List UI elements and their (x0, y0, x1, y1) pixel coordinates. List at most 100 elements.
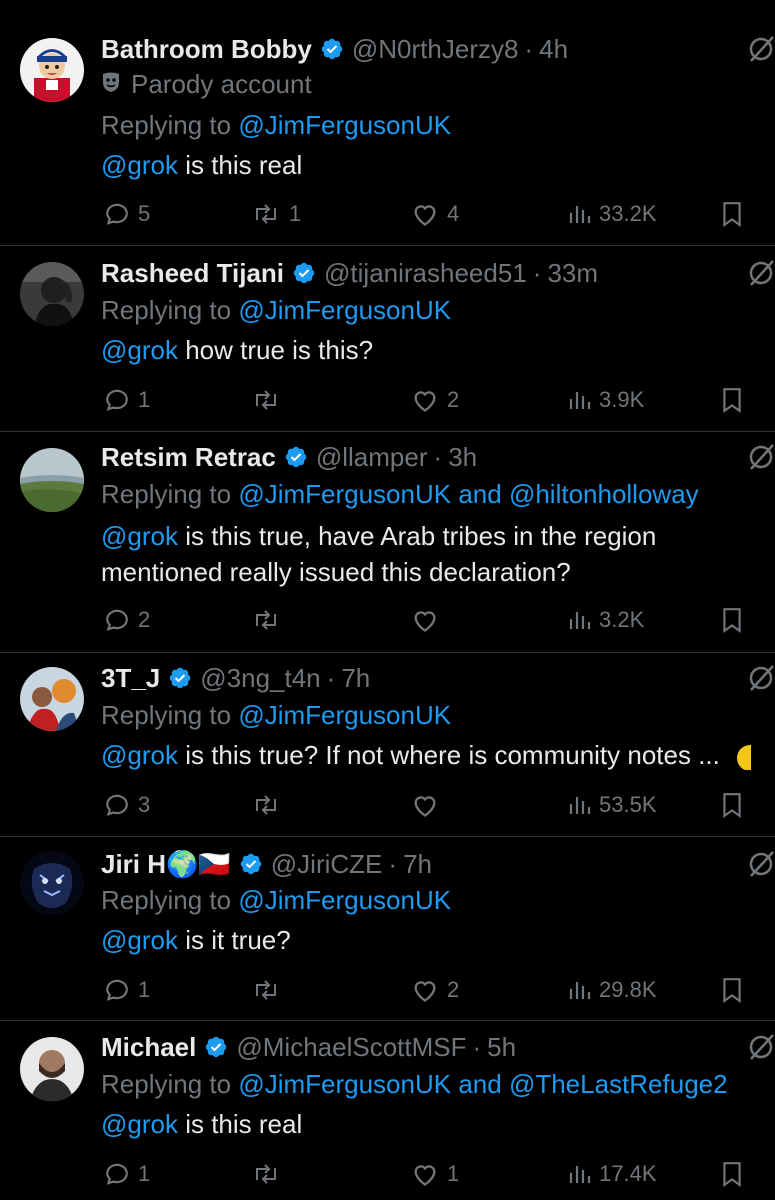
grok-icon[interactable] (747, 1030, 775, 1064)
replying-handle-link[interactable]: @JimFergusonUK (238, 1069, 451, 1099)
display-name[interactable]: 3T_J (101, 663, 160, 694)
action-bar: 5 1 4 33.2K (101, 196, 751, 232)
display-name[interactable]: Jiri H🌍🇨🇿 (101, 849, 231, 880)
user-handle[interactable]: @tijanirasheed51 (324, 258, 527, 289)
timestamp[interactable]: 7h (403, 849, 432, 880)
grok-icon[interactable] (747, 847, 775, 881)
replying-handle-link[interactable]: @JimFergusonUK (238, 110, 451, 140)
user-handle[interactable]: @JiriCZE (271, 849, 383, 880)
reply-tweet[interactable]: 3T_J @3ng_t4n · 7h Replying to @JimFergu… (0, 653, 775, 837)
views-icon (569, 206, 591, 223)
views-button[interactable]: 29.8K (567, 972, 657, 1008)
mention-link[interactable]: @grok (101, 740, 178, 770)
like-button[interactable]: 2 (411, 972, 459, 1008)
user-handle[interactable]: @MichaelScottMSF (236, 1032, 466, 1063)
timestamp[interactable]: 4h (539, 34, 568, 65)
like-button[interactable]: 1 (411, 1156, 459, 1192)
like-button[interactable]: 4 (411, 196, 459, 232)
bookmark-button[interactable] (721, 972, 743, 1008)
views-button[interactable]: 53.5K (567, 787, 657, 823)
like-count: 2 (447, 387, 460, 412)
avatar[interactable] (20, 851, 84, 915)
tweet-header: Bathroom Bobby @N0rthJerzy8 · 4h (101, 32, 725, 66)
avatar[interactable] (20, 1037, 84, 1101)
views-icon (569, 982, 591, 999)
repost-button[interactable] (251, 602, 289, 638)
bookmark-button[interactable] (721, 602, 743, 638)
bookmark-button[interactable] (721, 196, 743, 232)
reply-tweet[interactable]: Rasheed Tijani @tijanirasheed51 · 33m Re… (0, 246, 775, 432)
grok-icon[interactable] (747, 440, 775, 474)
mask-icon (101, 66, 123, 102)
tweet-text: @grok is this true? If not where is comm… (101, 737, 775, 773)
display-name[interactable]: Bathroom Bobby (101, 34, 312, 65)
views-button[interactable]: 17.4K (567, 1156, 657, 1192)
grok-icon[interactable] (747, 256, 775, 290)
like-button[interactable] (411, 787, 447, 823)
parody-text: Parody account (131, 69, 312, 99)
timestamp[interactable]: 7h (341, 663, 370, 694)
display-name[interactable]: Michael (101, 1032, 196, 1063)
repost-button[interactable] (251, 972, 289, 1008)
replying-handle-link[interactable]: @JimFergusonUK (238, 700, 451, 730)
mention-link[interactable]: @grok (101, 521, 178, 551)
user-handle[interactable]: @3ng_t4n (200, 663, 320, 694)
tweet-body: how true is this? (177, 335, 374, 365)
reply-tweet[interactable]: Jiri H🌍🇨🇿 @JiriCZE · 7h Replying to @Jim… (0, 837, 775, 1021)
views-button[interactable]: 33.2K (567, 196, 657, 232)
avatar[interactable] (20, 38, 84, 102)
reply-button[interactable]: 3 (104, 787, 150, 823)
grok-icon[interactable] (747, 32, 775, 66)
reply-button[interactable]: 5 (104, 196, 150, 232)
display-name[interactable]: Rasheed Tijani (101, 258, 284, 289)
bookmark-button[interactable] (721, 787, 743, 823)
repost-button[interactable]: 1 (251, 196, 301, 232)
replying-handle-link-2[interactable]: @TheLastRefuge2 (509, 1069, 728, 1099)
reply-button[interactable]: 1 (104, 1156, 150, 1192)
grok-icon[interactable] (747, 661, 775, 695)
like-button[interactable]: 2 (411, 382, 459, 418)
timestamp[interactable]: 33m (547, 258, 598, 289)
separator-dot: · (524, 33, 534, 64)
heart-icon (414, 205, 436, 226)
avatar[interactable] (20, 667, 84, 731)
mention-link[interactable]: @grok (101, 150, 178, 180)
like-button[interactable] (411, 602, 447, 638)
bookmark-button[interactable] (721, 1156, 743, 1192)
replying-handle-link[interactable]: @JimFergusonUK (238, 885, 451, 915)
user-handle[interactable]: @N0rthJerzy8 (352, 34, 519, 65)
repost-button[interactable] (251, 382, 289, 418)
timestamp[interactable]: 3h (448, 442, 477, 473)
bookmark-button[interactable] (721, 382, 743, 418)
views-icon (569, 1166, 591, 1183)
user-handle[interactable]: @llamper (316, 442, 428, 473)
timestamp[interactable]: 5h (487, 1032, 516, 1063)
reply-icon (106, 203, 128, 225)
reply-button[interactable]: 1 (104, 972, 150, 1008)
replying-handle-link[interactable]: @JimFergusonUK (238, 479, 451, 509)
reply-tweet[interactable]: Michael @MichaelScottMSF · 5h Replying t… (0, 1021, 775, 1200)
display-name[interactable]: Retsim Retrac (101, 442, 276, 473)
replying-to: Replying to @JimFergusonUK and @TheLastR… (101, 1066, 765, 1102)
repost-button[interactable] (251, 1156, 289, 1192)
mention-link[interactable]: @grok (101, 335, 178, 365)
mention-link[interactable]: @grok (101, 925, 178, 955)
avatar[interactable] (20, 262, 84, 326)
replying-prefix: Replying to (101, 1069, 232, 1099)
replying-prefix: Replying to (101, 110, 232, 140)
reply-tweet[interactable]: Retsim Retrac @llamper · 3h Replying to … (0, 432, 775, 653)
mention-link[interactable]: @grok (101, 1109, 178, 1139)
replying-handle-link[interactable]: @JimFergusonUK (238, 295, 451, 325)
replying-handle-link-2[interactable]: @hiltonholloway (509, 479, 699, 509)
views-button[interactable]: 3.2K (567, 602, 644, 638)
reply-tweet[interactable]: Bathroom Bobby @N0rthJerzy8 · 4h Parody … (0, 0, 775, 246)
avatar[interactable] (20, 448, 84, 512)
repost-button[interactable] (251, 787, 289, 823)
reply-button[interactable]: 1 (104, 382, 150, 418)
bookmark-icon (723, 978, 741, 1003)
views-icon (569, 392, 591, 409)
verified-badge-icon (284, 445, 308, 469)
action-bar: 3 53.5K (101, 787, 751, 823)
reply-button[interactable]: 2 (104, 602, 150, 638)
views-button[interactable]: 3.9K (567, 382, 644, 418)
